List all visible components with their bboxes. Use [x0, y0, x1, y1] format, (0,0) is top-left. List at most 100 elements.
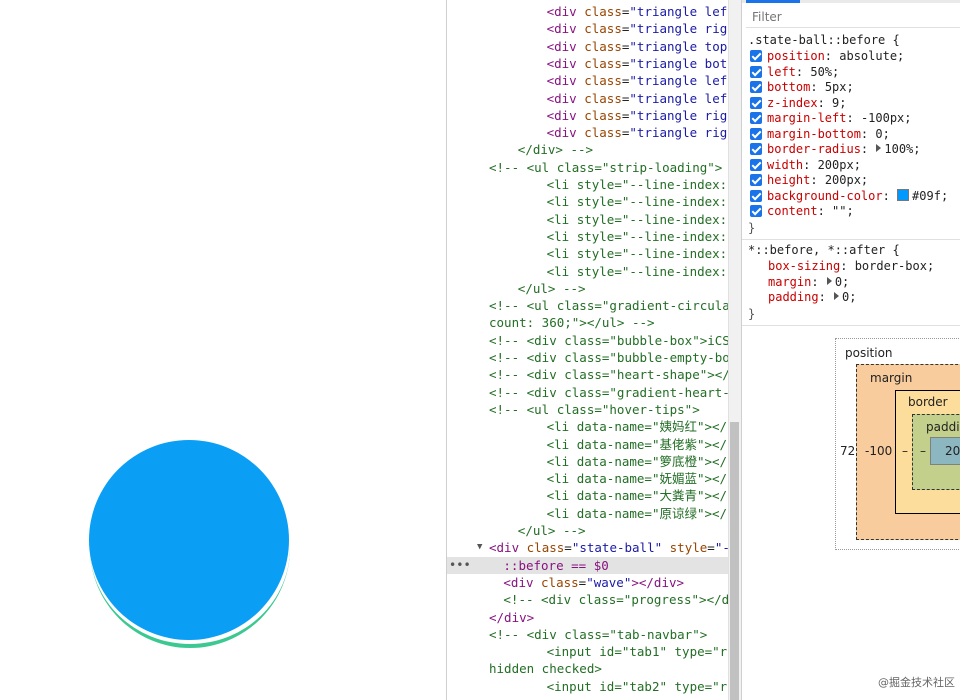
style-declaration[interactable]: position: absolute; — [750, 49, 904, 65]
property-name[interactable]: box-sizing — [768, 259, 840, 273]
property-name[interactable]: margin-bottom — [767, 127, 861, 141]
property-value[interactable]: 0; — [835, 275, 849, 289]
dom-node-line[interactable]: <div class="wave"></div> — [447, 574, 729, 591]
node-actions-icon[interactable]: ••• — [449, 557, 471, 574]
dom-node-line[interactable]: <li data-name="妩媚蓝"></ — [447, 470, 729, 487]
dom-node-line[interactable]: <!-- <div class="heart-shape"></d — [447, 366, 729, 383]
box-model-content-size[interactable]: 20 — [945, 444, 960, 458]
property-name[interactable]: border-radius — [767, 142, 861, 156]
property-value[interactable]: -100px; — [861, 111, 912, 125]
style-declaration[interactable]: background-color: #09f; — [750, 188, 948, 205]
dom-node-selected[interactable]: •••::before == $0 — [447, 556, 729, 574]
property-value[interactable]: 50%; — [810, 65, 839, 79]
rule-selector[interactable]: *::before, *::after { — [748, 242, 900, 258]
declaration-checkbox[interactable] — [750, 205, 762, 217]
property-name[interactable]: padding — [768, 290, 819, 304]
dom-node-line[interactable]: <div class="triangle left — [447, 72, 729, 89]
dom-node-line[interactable]: <li style="--line-index: — [447, 245, 729, 262]
property-name[interactable]: height — [767, 173, 810, 187]
dom-node-line[interactable]: </ul> --> — [447, 280, 729, 297]
dom-node-line[interactable]: <!-- <ul class="strip-loading"> — [447, 159, 729, 176]
dom-node-line[interactable]: count: 360;"></ul> --> — [447, 314, 729, 331]
style-declaration[interactable]: margin-left: -100px; — [750, 111, 912, 127]
property-value[interactable]: 5px; — [825, 80, 854, 94]
dom-node-line[interactable]: <!-- <div class="progress"></di — [447, 591, 729, 608]
property-value[interactable]: 200px; — [818, 158, 861, 172]
dom-node-line[interactable]: <li data-name="箩底橙"></ — [447, 453, 729, 470]
style-declaration[interactable]: z-index: 9; — [750, 96, 846, 112]
dom-node-line[interactable]: </ul> --> — [447, 522, 729, 539]
property-name[interactable]: left — [767, 65, 796, 79]
property-value[interactable]: 0; — [875, 127, 889, 141]
style-declaration[interactable]: left: 50%; — [750, 65, 839, 81]
box-model-position-left-value[interactable]: 72 — [840, 444, 855, 458]
dom-node-line[interactable]: <!-- <ul class="gradient-circular — [447, 297, 729, 314]
style-declaration[interactable]: margin: 0; — [768, 275, 849, 291]
property-name[interactable]: content — [767, 204, 818, 218]
property-value[interactable]: #09f; — [912, 189, 948, 203]
declaration-checkbox[interactable] — [750, 50, 762, 62]
dom-node-line[interactable]: ▼ <div class="state-ball" style="-- — [447, 539, 729, 556]
property-value[interactable]: 100%; — [884, 142, 920, 156]
property-name[interactable]: bottom — [767, 80, 810, 94]
style-declaration[interactable]: margin-bottom: 0; — [750, 127, 890, 143]
box-model-margin-left-value[interactable]: -100 — [865, 444, 892, 458]
dom-node-line[interactable]: <li data-name="姨妈红"></ — [447, 418, 729, 435]
property-name[interactable]: margin-left — [767, 111, 846, 125]
dom-node-line[interactable]: <!-- <div class="tab-navbar"> — [447, 626, 729, 643]
dom-node-line[interactable]: <div class="triangle righ — [447, 124, 729, 141]
dom-node-line[interactable]: <div class="triangle top" — [447, 38, 729, 55]
property-value[interactable]: 200px; — [825, 173, 868, 187]
style-declaration[interactable]: content: ""; — [750, 204, 854, 220]
declaration-checkbox[interactable] — [750, 96, 762, 109]
declaration-checkbox[interactable] — [750, 158, 762, 171]
expand-shorthand-icon[interactable] — [876, 144, 882, 152]
declaration-checkbox[interactable] — [750, 65, 762, 78]
property-value[interactable]: 9; — [832, 96, 846, 110]
dom-node-line[interactable]: <li style="--line-index: — [447, 228, 729, 245]
property-name[interactable]: margin — [768, 275, 811, 289]
dom-node-line[interactable]: <li style="--line-index: — [447, 211, 729, 228]
property-name[interactable]: position — [767, 49, 825, 63]
state-ball[interactable] — [89, 440, 289, 640]
color-swatch-icon[interactable] — [897, 188, 910, 201]
dom-node-line[interactable]: <!-- <div class="gradient-heart-s — [447, 384, 729, 401]
dom-node-line[interactable]: <li data-name="大粪青"></ — [447, 487, 729, 504]
property-name[interactable]: background-color — [767, 189, 883, 203]
dom-node-line[interactable]: <div class="triangle left — [447, 90, 729, 107]
style-declaration[interactable]: width: 200px; — [750, 158, 861, 174]
rule-selector[interactable]: .state-ball::before { — [748, 32, 900, 48]
property-value[interactable]: absolute; — [839, 49, 904, 63]
dom-node-line[interactable]: <div class="triangle left — [447, 3, 729, 20]
dom-node-line[interactable]: <!-- <ul class="hover-tips"> — [447, 401, 729, 418]
box-model-border-left-value[interactable]: – — [902, 444, 908, 458]
dom-node-line[interactable]: <!-- <div class="bubble-empty-box — [447, 349, 729, 366]
declaration-checkbox[interactable] — [750, 174, 762, 186]
styles-filter-input[interactable] — [746, 6, 960, 28]
property-value[interactable]: ""; — [832, 204, 854, 218]
dom-node-line[interactable]: <input id="tab1" type="ra — [447, 643, 729, 660]
expand-triangle-icon[interactable]: ▼ — [477, 539, 482, 556]
box-model-padding-left-value[interactable]: – — [920, 444, 926, 458]
dom-node-line[interactable]: <div class="triangle righ — [447, 20, 729, 37]
style-declaration[interactable]: bottom: 5px; — [750, 80, 854, 96]
dom-node-line[interactable]: <li data-name="基佬紫"></ — [447, 436, 729, 453]
expand-shorthand-icon[interactable] — [834, 292, 840, 300]
dom-node-line[interactable]: <input id="tab2" type="ra — [447, 678, 729, 695]
expand-shorthand-icon[interactable] — [826, 276, 832, 285]
property-value[interactable]: 0; — [842, 290, 856, 304]
dom-node-line[interactable]: <div class="triangle bott — [447, 55, 729, 72]
dom-node-line[interactable]: hidden checked> — [447, 660, 729, 677]
dom-node-line[interactable]: </div> --> — [447, 141, 729, 158]
dom-node-line[interactable]: <li style="--line-index: — [447, 193, 729, 210]
declaration-checkbox[interactable] — [750, 112, 762, 124]
declaration-checkbox[interactable] — [750, 143, 762, 155]
style-declaration[interactable]: height: 200px; — [750, 173, 868, 189]
declaration-checkbox[interactable] — [750, 127, 762, 140]
elements-scrollbar-thumb[interactable] — [730, 422, 739, 700]
declaration-checkbox[interactable] — [750, 189, 762, 202]
dom-node-line[interactable]: <!-- <div class="bubble-box">iCSS — [447, 332, 729, 349]
property-value[interactable]: border-box; — [855, 259, 934, 273]
dom-node-line[interactable]: <li data-name="原谅绿"></ — [447, 505, 729, 522]
dom-node-line[interactable]: <div class="triangle righ — [447, 107, 729, 124]
